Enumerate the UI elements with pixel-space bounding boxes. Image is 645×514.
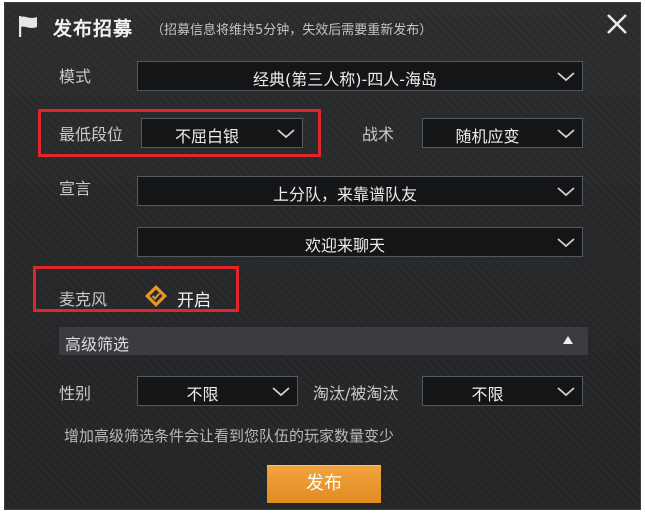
mic-state: 开启 — [177, 291, 211, 311]
dialog-title: 发布招募 — [53, 18, 134, 40]
mode-label: 模式 — [59, 67, 92, 86]
tactic-value: 随机应变 — [455, 127, 520, 146]
close-icon[interactable] — [604, 11, 630, 37]
chevron-down-icon — [277, 129, 295, 139]
min-rank-value: 不屈白银 — [174, 127, 239, 146]
elimination-value: 不限 — [471, 385, 504, 404]
mode-select[interactable]: 经典(第三人称)-四人-海岛 — [137, 61, 583, 91]
dialog-subtitle: （招募信息将维持5分钟，失效后需要重新发布） — [151, 23, 433, 38]
flag-icon — [19, 16, 37, 37]
min-rank-select[interactable]: 不屈白银 — [141, 118, 303, 148]
chevron-down-icon — [557, 238, 575, 248]
tactic-select[interactable]: 随机应变 — [422, 118, 583, 148]
gender-value: 不限 — [186, 385, 219, 404]
gender-label: 性别 — [59, 384, 92, 403]
slogan-value-2: 欢迎来聊天 — [304, 236, 385, 255]
advanced-filter-toggle[interactable]: 高级筛选 — [59, 327, 588, 355]
dialog-header: 发布招募 （招募信息将维持5分钟，失效后需要重新发布） — [5, 3, 640, 49]
elimination-select[interactable]: 不限 — [422, 376, 583, 406]
slogan-select-1[interactable]: 上分队，来靠谱队友 — [137, 176, 583, 206]
tactic-label: 战术 — [362, 125, 395, 144]
triangle-up-icon — [563, 336, 573, 344]
chevron-down-icon — [557, 387, 575, 397]
diamond-check-icon[interactable] — [144, 284, 168, 308]
gender-select[interactable]: 不限 — [137, 376, 298, 406]
publish-button[interactable]: 发布 — [267, 465, 381, 503]
mic-label: 麦克风 — [59, 290, 108, 309]
chevron-down-icon — [272, 387, 290, 397]
elimination-label: 淘汰/被淘汰 — [313, 384, 399, 403]
recruit-dialog: 发布招募 （招募信息将维持5分钟，失效后需要重新发布） 模式 经典(第三人称)-… — [4, 2, 641, 510]
slogan-select-2[interactable]: 欢迎来聊天 — [137, 227, 583, 257]
advanced-filter-title: 高级筛选 — [65, 335, 130, 354]
advanced-filter-hint: 增加高级筛选条件会让看到您队伍的玩家数量变少 — [64, 427, 395, 445]
chevron-down-icon — [557, 129, 575, 139]
chevron-down-icon — [557, 187, 575, 197]
chevron-down-icon — [557, 72, 575, 82]
slogan-label: 宣言 — [59, 179, 92, 198]
slogan-value-1: 上分队，来靠谱队友 — [272, 185, 417, 204]
min-rank-label: 最低段位 — [59, 125, 124, 144]
mode-value: 经典(第三人称)-四人-海岛 — [252, 70, 438, 89]
